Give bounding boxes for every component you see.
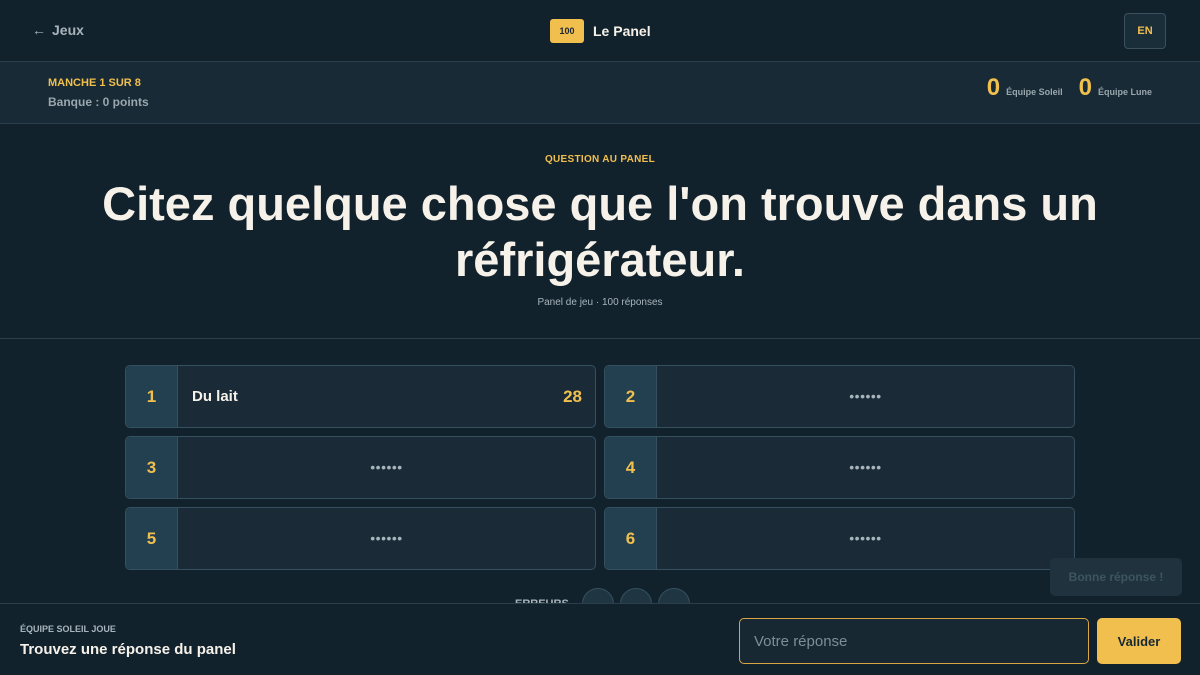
- answer-number: 1: [126, 366, 178, 427]
- brand-title: Le Panel: [593, 23, 651, 39]
- team-score-sun: 0 Équipe Soleil: [987, 74, 1063, 102]
- hidden-answer: ••••••: [370, 530, 403, 546]
- team-score-moon: 0 Équipe Lune: [1079, 74, 1152, 102]
- answer-number: 2: [605, 366, 657, 427]
- answer-number: 4: [605, 437, 657, 498]
- game-brand: 100 Le Panel: [550, 19, 651, 43]
- answer-footer: ÉQUIPE SOLEIL JOUE Trouvez une réponse d…: [0, 603, 1200, 675]
- arrow-left-icon: ←: [32, 22, 46, 38]
- hidden-answer: ••••••: [849, 388, 882, 404]
- answer-slot-1: 1 Du lait 28: [125, 365, 596, 428]
- top-navigation: ← Jeux 100 Le Panel EN: [0, 0, 1200, 62]
- answer-number: 5: [126, 508, 178, 569]
- answer-number: 3: [126, 437, 178, 498]
- team-sun-score: 0: [986, 74, 1001, 101]
- feedback-toast: Bonne réponse !: [1050, 558, 1182, 596]
- hidden-answer: ••••••: [849, 530, 882, 546]
- bank-points: Banque : 0 points: [48, 95, 149, 109]
- answer-slot-2: 2 ••••••: [604, 365, 1075, 428]
- active-team-label: ÉQUIPE SOLEIL JOUE: [20, 624, 116, 634]
- revealed-answer: Du lait: [192, 388, 238, 405]
- team-sun-name: Équipe Soleil: [1006, 87, 1063, 97]
- answer-slot-6: 6 ••••••: [604, 507, 1075, 570]
- language-button[interactable]: EN: [1124, 13, 1166, 49]
- round-scoreboard: MANCHE 1 SUR 8 Banque : 0 points 0 Équip…: [0, 62, 1200, 124]
- question-meta: Panel de jeu · 100 réponses: [537, 297, 663, 308]
- back-link-label: Jeux: [52, 22, 84, 38]
- answer-input[interactable]: [739, 618, 1089, 664]
- team-moon-score: 0: [1078, 74, 1092, 101]
- turn-prompt: Trouvez une réponse du panel: [20, 641, 236, 658]
- question-panel: QUESTION AU PANEL Citez quelque chose qu…: [0, 124, 1200, 339]
- question-kicker: QUESTION AU PANEL: [544, 154, 656, 165]
- team-moon-name: Équipe Lune: [1098, 87, 1152, 97]
- answer-slot-5: 5 ••••••: [125, 507, 596, 570]
- submit-answer-button[interactable]: Valider: [1097, 618, 1181, 664]
- answer-points: 28: [563, 387, 582, 406]
- hidden-answer: ••••••: [370, 459, 403, 475]
- back-to-games-link[interactable]: ← Jeux: [32, 22, 84, 38]
- answer-slot-4: 4 ••••••: [604, 436, 1075, 499]
- team-scores: 0 Équipe Soleil 0 Équipe Lune: [971, 74, 1152, 102]
- round-counter: MANCHE 1 SUR 8: [48, 77, 141, 89]
- answer-number: 6: [605, 508, 657, 569]
- hidden-answer: ••••••: [849, 459, 882, 475]
- question-text: Citez quelque chose que l'on trouve dans…: [102, 177, 1098, 286]
- answer-slot-3: 3 ••••••: [125, 436, 596, 499]
- brand-badge: 100: [550, 19, 584, 43]
